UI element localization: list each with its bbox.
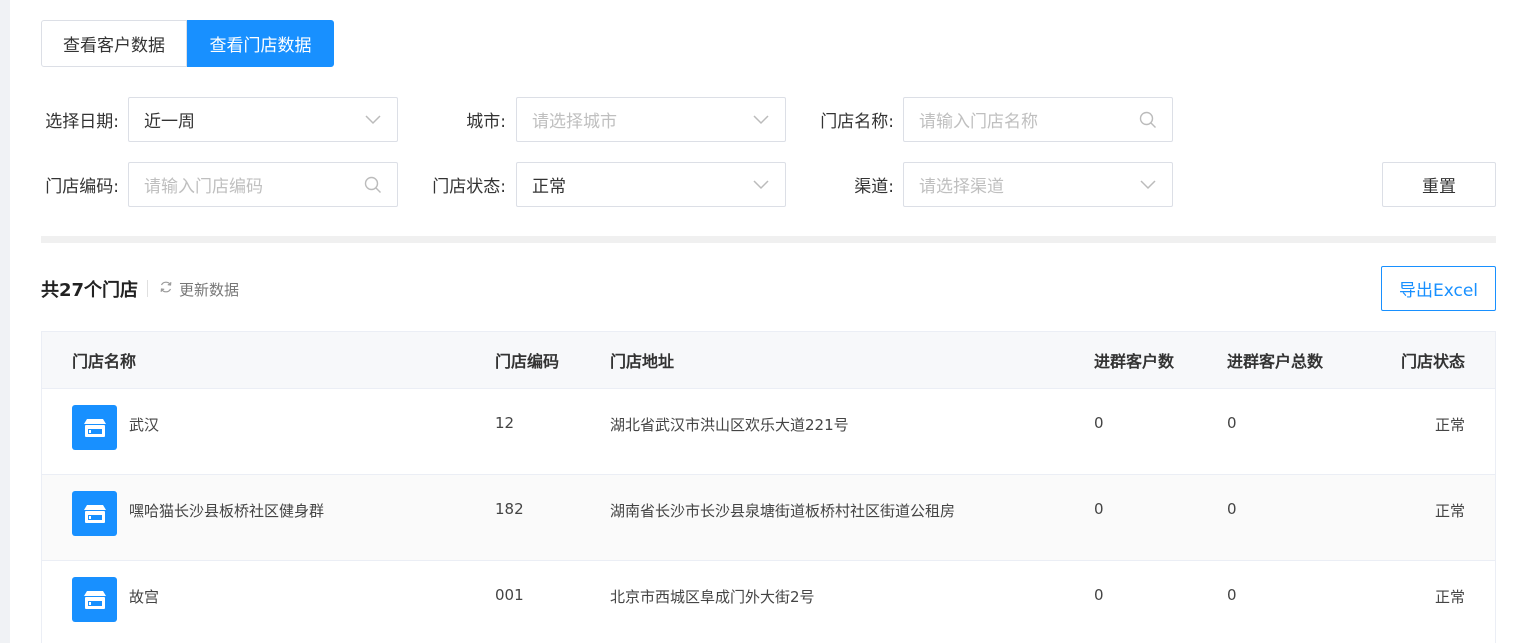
store-name-placeholder: 请输入门店名称 [919,112,1038,132]
store-status: 正常 [1434,416,1465,434]
date-label: 选择日期: [45,112,119,132]
city-label: 城市: [466,112,506,132]
search-icon[interactable] [1138,110,1158,130]
channel-label: 渠道: [854,177,894,197]
joined-total: 0 [1227,586,1237,604]
chevron-down-icon [751,175,771,195]
store-status: 正常 [1434,588,1465,606]
channel-select[interactable]: 请选择渠道 [903,162,1173,207]
store-icon [72,491,117,536]
tab-store-data[interactable]: 查看门店数据 [187,20,334,67]
store-code: 001 [495,586,524,604]
city-select-placeholder: 请选择城市 [532,112,617,132]
section-divider [41,236,1496,243]
store-icon [72,577,117,622]
store-name: 故宫 [129,588,160,606]
store-address: 湖南省长沙市长沙县泉塘街道板桥村社区街道公租房 [610,502,956,520]
search-icon[interactable] [363,175,383,195]
channel-select-placeholder: 请选择渠道 [919,177,1004,197]
date-select-value: 近一周 [144,112,195,132]
export-excel-button[interactable]: 导出Excel [1381,266,1496,311]
store-name-cell: 武汉 [72,389,159,474]
store-name: 嘿哈猫长沙县板桥社区健身群 [129,502,325,520]
store-name-cell: 故宫 [72,561,159,643]
store-name-input[interactable]: 请输入门店名称 [903,97,1173,142]
store-status-select[interactable]: 正常 [516,162,786,207]
refresh-label: 更新数据 [179,280,240,299]
refresh-data-link[interactable]: 更新数据 [159,278,239,300]
reset-button[interactable]: 重置 [1382,162,1496,207]
refresh-icon [159,280,173,298]
table-header: 门店名称 门店编码 门店地址 进群客户数 进群客户总数 门店状态 [42,332,1495,389]
store-address: 北京市西城区阜成门外大街2号 [610,588,815,606]
store-icon [72,405,117,450]
table-row[interactable]: 嘿哈猫长沙县板桥社区健身群 182 湖南省长沙市长沙县泉塘街道板桥村社区街道公租… [42,475,1495,561]
tab-customer-data[interactable]: 查看客户数据 [41,20,187,67]
store-address: 湖北省武汉市洪山区欢乐大道221号 [610,416,849,434]
store-name-cell: 嘿哈猫长沙县板桥社区健身群 [72,475,324,560]
header-store-name: 门店名称 [72,352,137,371]
table-row[interactable]: 故宫 001 北京市西城区阜成门外大街2号 0 0 正常 [42,561,1495,643]
store-name: 武汉 [129,416,160,434]
joined-count: 0 [1094,500,1104,518]
store-code: 12 [495,414,515,432]
joined-total: 0 [1227,500,1237,518]
store-code-input[interactable]: 请输入门店编码 [128,162,398,207]
table-row[interactable]: 武汉 12 湖北省武汉市洪山区欢乐大道221号 0 0 正常 [42,389,1495,475]
store-code: 182 [495,500,524,518]
store-table: 门店名称 门店编码 门店地址 进群客户数 进群客户总数 门店状态 武汉 12 湖… [41,331,1496,643]
header-store-code: 门店编码 [495,352,560,371]
chevron-down-icon [363,110,383,130]
store-code-label: 门店编码: [45,177,119,197]
chevron-down-icon [1138,175,1158,195]
store-count: 共27个门店 [41,280,139,301]
header-joined-count: 进群客户数 [1094,352,1175,371]
summary-separator [147,280,148,297]
store-name-label: 门店名称: [820,112,894,132]
city-select[interactable]: 请选择城市 [516,97,786,142]
date-select[interactable]: 近一周 [128,97,398,142]
store-status-value: 正常 [532,177,566,197]
view-tabs: 查看客户数据 查看门店数据 [41,20,334,67]
chevron-down-icon [751,110,771,130]
left-edge-strip [0,0,10,643]
store-status-label: 门店状态: [432,177,506,197]
store-status: 正常 [1434,502,1465,520]
store-code-placeholder: 请输入门店编码 [144,177,263,197]
header-store-status: 门店状态 [1400,352,1465,371]
joined-total: 0 [1227,414,1237,432]
header-joined-total: 进群客户总数 [1227,352,1324,371]
joined-count: 0 [1094,586,1104,604]
header-store-address: 门店地址 [610,352,675,371]
joined-count: 0 [1094,414,1104,432]
